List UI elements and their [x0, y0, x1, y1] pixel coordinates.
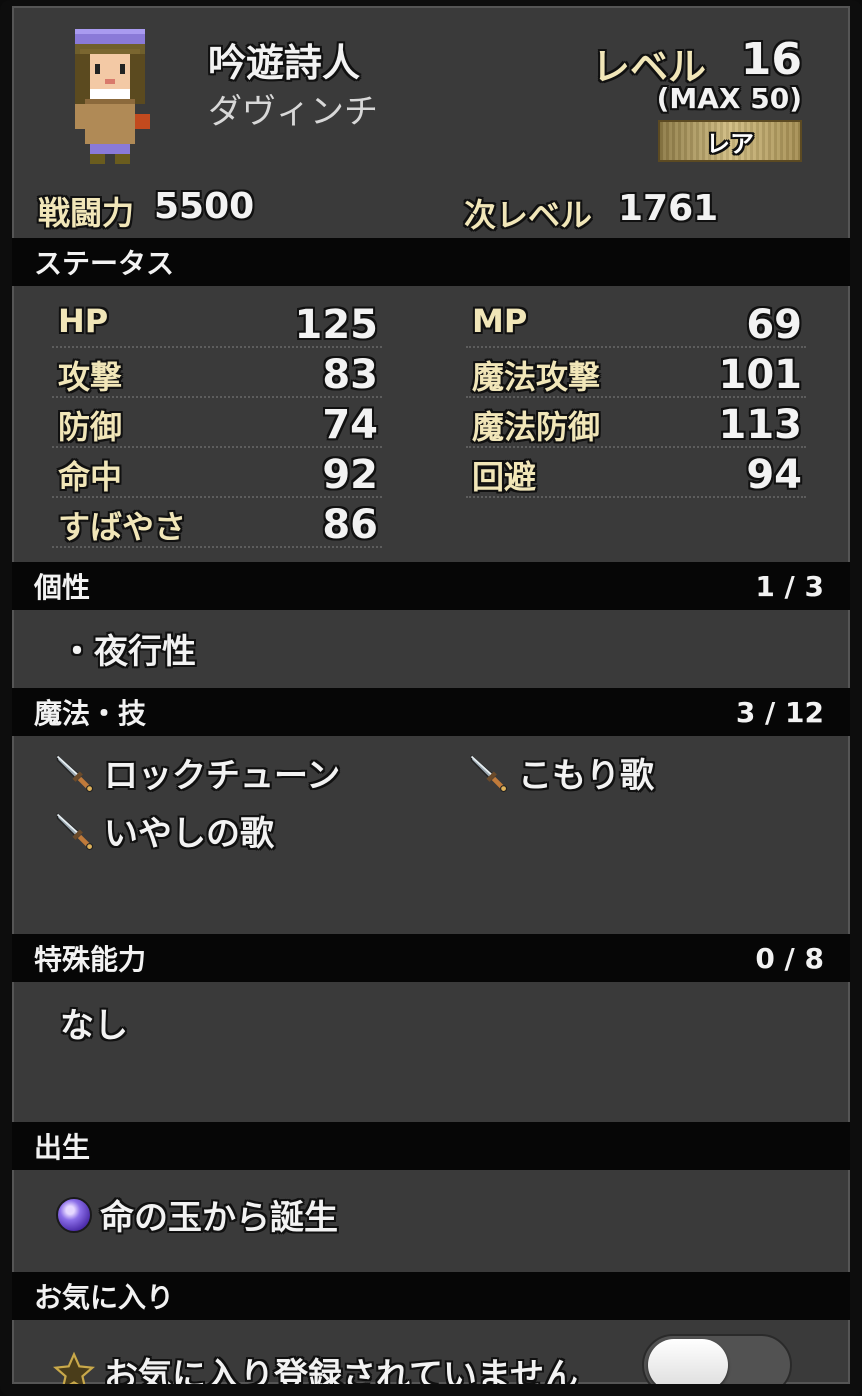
power-value: 5500 — [154, 186, 255, 227]
stat-label: 攻撃 — [58, 358, 123, 396]
origin-text: 命の玉から誕生 — [100, 1198, 338, 1238]
stat-row-mp: MP 69 — [466, 298, 806, 348]
origin-section-title: 出生 — [34, 1131, 91, 1164]
stat-value: 74 — [322, 402, 378, 448]
stat-row-speed: すばやさ 86 — [52, 498, 382, 548]
next-level-value: 1761 — [618, 188, 719, 229]
skill-name: ロックチューン — [104, 756, 341, 796]
character-detail-panel: 吟遊詩人 ダヴィンチ レベル 16 (MAX 50) レア 戦闘力 5500 次… — [0, 0, 862, 1396]
status-section-header: ステータス — [12, 238, 850, 286]
stat-row-defense: 防御 74 — [52, 398, 382, 448]
stat-label: すばやさ — [58, 508, 187, 546]
star-icon — [53, 1351, 95, 1384]
sword-icon — [470, 754, 508, 792]
rarity-badge: レア — [658, 120, 802, 162]
stat-value: 69 — [746, 302, 802, 348]
stat-label: 魔法攻撃 — [472, 358, 601, 396]
job-title: 吟遊詩人 — [208, 41, 361, 85]
skills-section-header: 魔法・技 3 / 12 — [12, 688, 850, 736]
status-section-title: ステータス — [34, 247, 175, 280]
stat-label: 防御 — [58, 408, 123, 446]
sword-icon — [56, 812, 94, 850]
skills-section-title: 魔法・技 — [34, 697, 147, 730]
stat-value: 94 — [746, 452, 802, 498]
stat-row-evasion: 回避 94 — [466, 448, 806, 498]
sword-icon — [56, 754, 94, 792]
stat-row-magic-attack: 魔法攻撃 101 — [466, 348, 806, 398]
special-section-title: 特殊能力 — [34, 943, 147, 976]
stat-value: 83 — [322, 352, 378, 398]
level-value: 16 — [740, 34, 802, 85]
toggle-knob[interactable] — [648, 1339, 728, 1384]
special-section-header: 特殊能力 0 / 8 — [12, 934, 850, 982]
power-label: 戦闘力 — [38, 194, 135, 232]
traits-count: 1 / 3 — [755, 569, 824, 603]
skills-count: 3 / 12 — [735, 695, 824, 729]
traits-section-title: 個性 — [34, 571, 91, 604]
stat-value: 101 — [718, 352, 803, 398]
character-name: ダヴィンチ — [208, 92, 378, 132]
traits-section-header: 個性 1 / 3 — [12, 562, 850, 610]
stat-value: 113 — [718, 402, 803, 448]
stat-label: 魔法防御 — [472, 408, 601, 446]
favorite-toggle[interactable] — [642, 1334, 792, 1384]
trait-item: ・夜行性 — [60, 632, 196, 672]
skill-name: いやしの歌 — [104, 814, 274, 854]
origin-section-header: 出生 — [12, 1122, 850, 1170]
stat-value: 86 — [322, 502, 378, 548]
favorite-status: お気に入り登録されていません — [52, 1348, 578, 1396]
character-avatar — [75, 29, 150, 164]
stat-label: HP — [58, 302, 109, 340]
stat-label: 回避 — [472, 458, 537, 496]
stat-row-accuracy: 命中 92 — [52, 448, 382, 498]
favorite-section-header: お気に入り — [12, 1272, 850, 1320]
origin-item: 命の玉から誕生 — [56, 1190, 338, 1239]
stat-label: MP — [472, 302, 528, 340]
skill-name: こもり歌 — [518, 756, 654, 796]
skill-item[interactable]: こもり歌 — [466, 748, 654, 797]
level-max: (MAX 50) — [656, 82, 802, 115]
special-text: なし — [60, 1006, 128, 1046]
stat-value: 92 — [322, 452, 378, 498]
purple-orb-icon — [56, 1196, 92, 1233]
favorite-section-title: お気に入り — [34, 1281, 175, 1314]
skill-item[interactable]: いやしの歌 — [52, 806, 274, 855]
stat-row-attack: 攻撃 83 — [52, 348, 382, 398]
next-level-label: 次レベル — [464, 196, 593, 234]
skill-item[interactable]: ロックチューン — [52, 748, 340, 797]
stat-value: 125 — [294, 302, 379, 348]
stat-row-hp: HP 125 — [52, 298, 382, 348]
stat-row-magic-defense: 魔法防御 113 — [466, 398, 806, 448]
stat-label: 命中 — [58, 458, 123, 496]
favorite-text: お気に入り登録されていません — [104, 1356, 578, 1396]
special-count: 0 / 8 — [755, 941, 824, 975]
